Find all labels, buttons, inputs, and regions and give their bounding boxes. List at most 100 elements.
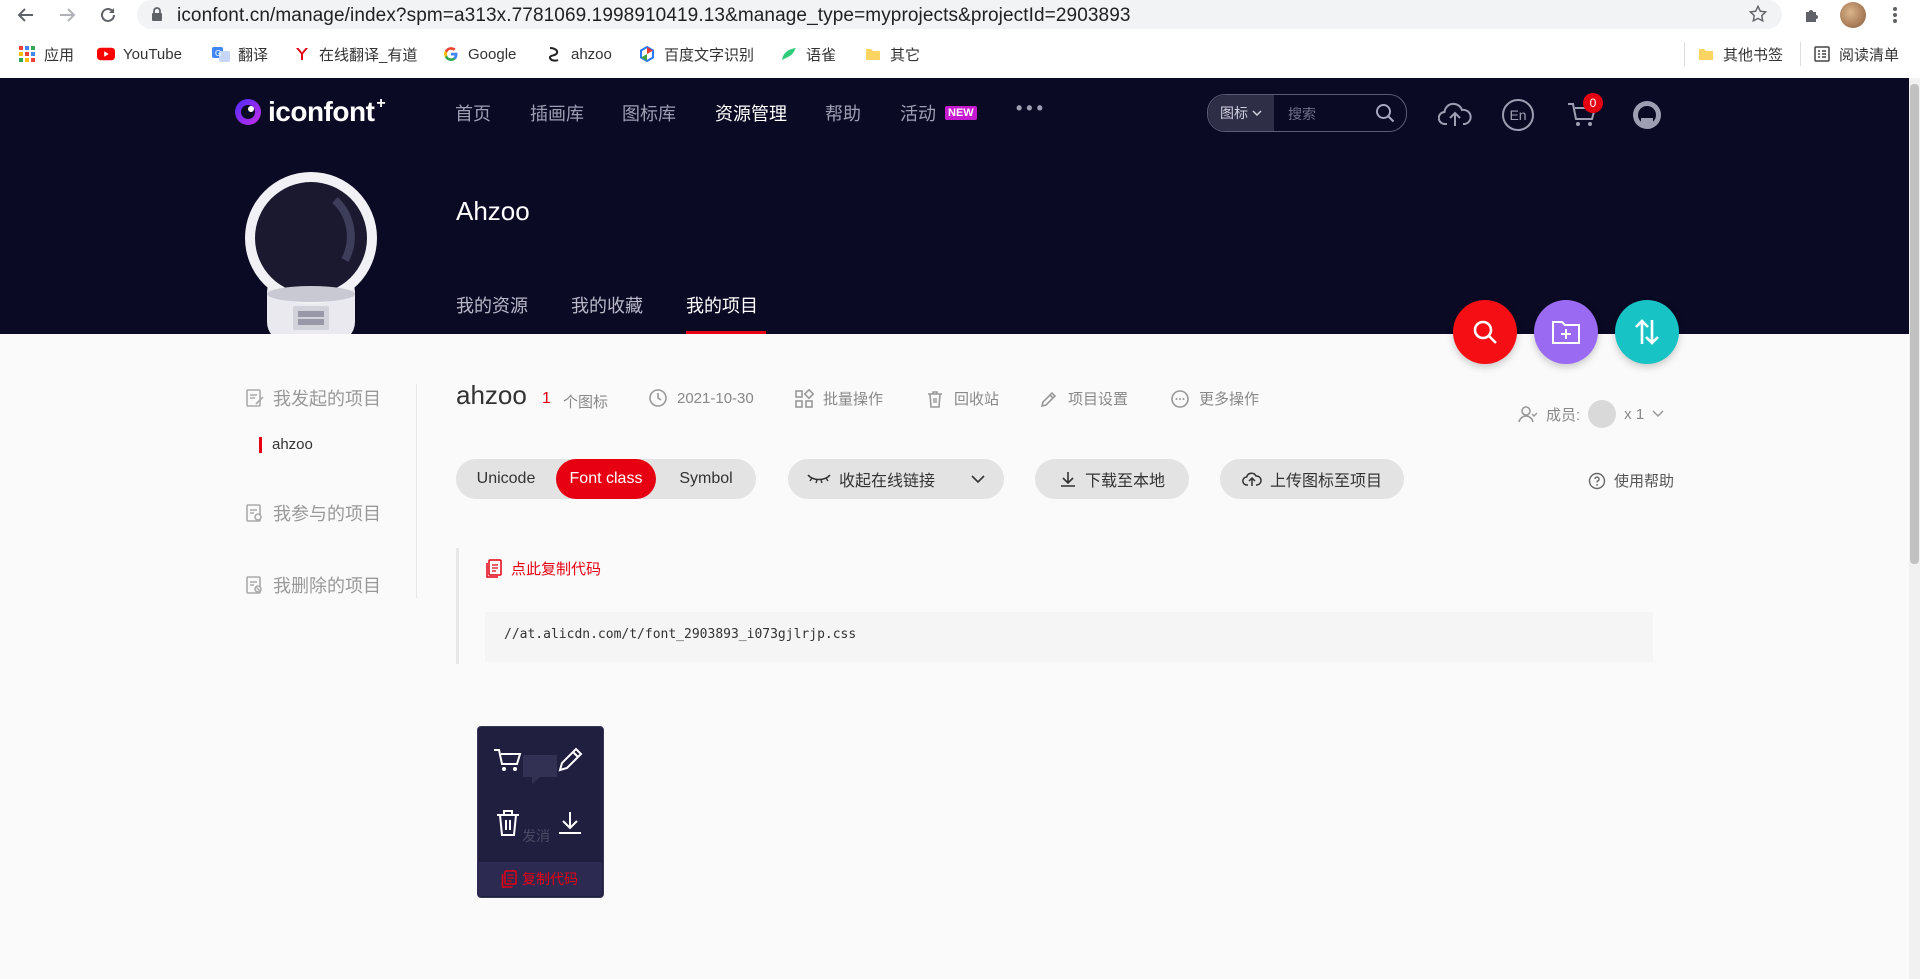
sidebar-started-projects[interactable]: 我发起的项目: [245, 385, 381, 411]
logo-plus: +: [376, 95, 386, 112]
nav-icon-library[interactable]: 图标库: [622, 100, 676, 126]
nav-activities[interactable]: 活动: [900, 100, 936, 126]
css-url-text[interactable]: //at.alicdn.com/t/font_2903893_i073gjlrj…: [504, 627, 856, 642]
search-icon[interactable]: [1375, 103, 1395, 123]
nav-help[interactable]: 帮助: [825, 100, 861, 126]
edit-doc-icon: [245, 388, 265, 408]
reading-list-button[interactable]: 阅读清单: [1813, 42, 1899, 66]
url-text: iconfont.cn/manage/index?spm=a313x.77810…: [177, 5, 1131, 26]
language-switch-icon[interactable]: En: [1501, 98, 1535, 132]
bookmarks-bar: 应用 YouTube G 翻译 在线翻译_有道 Google ahzoo 百度文…: [0, 30, 1920, 78]
nav-resource-management[interactable]: 资源管理: [715, 100, 787, 126]
bookmark-yuque[interactable]: 语雀: [780, 42, 836, 66]
batch-operation-label: 批量操作: [823, 391, 884, 408]
tab-my-favorites[interactable]: 我的收藏: [571, 292, 643, 318]
bookmark-baidu-ocr[interactable]: 百度文字识别: [638, 42, 754, 66]
bookmark-youtube[interactable]: YouTube: [97, 42, 182, 66]
delete-trash-icon[interactable]: [491, 806, 525, 840]
upload-icons-button[interactable]: 上传图标至项目: [1220, 459, 1404, 499]
cart-count-badge: 0: [1583, 93, 1603, 113]
sidebar-project-ahzoo[interactable]: ahzoo: [259, 436, 313, 453]
apps-grid-icon: [18, 45, 36, 63]
bookmark-label: ahzoo: [571, 45, 612, 63]
back-arrow-icon[interactable]: [13, 2, 39, 28]
baidu-ocr-icon: [638, 45, 656, 63]
bookmark-apps[interactable]: 应用: [18, 42, 74, 66]
icon-card-name: 发消: [522, 828, 550, 844]
google-icon: [442, 45, 460, 63]
seg-unicode[interactable]: Unicode: [456, 459, 556, 499]
batch-operation-button[interactable]: 批量操作: [794, 388, 883, 409]
code-type-segmented-control: Unicode Font class Symbol: [456, 459, 756, 499]
tab-my-projects[interactable]: 我的项目: [686, 292, 758, 318]
user-avatar[interactable]: [1630, 98, 1664, 132]
header-search: 图标 搜索: [1207, 94, 1407, 132]
download-icon[interactable]: [553, 806, 587, 840]
sidebar-joined-label: 我参与的项目: [273, 504, 381, 524]
fab-search-button[interactable]: [1453, 300, 1517, 364]
project-settings-button[interactable]: 项目设置: [1039, 388, 1128, 409]
profile-username: Ahzoo: [456, 196, 530, 226]
copy-code-link[interactable]: 点此复制代码: [485, 558, 601, 579]
project-members[interactable]: 成员: x 1: [1518, 400, 1664, 428]
bookmark-other-folder[interactable]: 其它: [864, 42, 920, 66]
usage-help-link[interactable]: 使用帮助: [1588, 470, 1674, 491]
folder-icon: [864, 45, 882, 63]
ahzoo-icon: [545, 45, 563, 63]
page-scrollbar-thumb[interactable]: [1910, 84, 1919, 564]
add-to-cart-icon[interactable]: [491, 743, 525, 777]
nav-home[interactable]: 首页: [455, 100, 491, 126]
bookmark-label: 百度文字识别: [664, 46, 755, 64]
iconfont-logo-icon: [234, 98, 262, 126]
more-operations-button[interactable]: 更多操作: [1170, 388, 1259, 409]
fab-new-folder-button[interactable]: [1534, 300, 1598, 364]
question-circle-icon: [1588, 472, 1606, 490]
bookmark-other-bookmarks[interactable]: 其他书签: [1697, 42, 1783, 66]
eye-closed-icon: [807, 472, 831, 486]
trash-icon: [925, 389, 945, 409]
clock-icon: [648, 388, 668, 408]
seg-font-class[interactable]: Font class: [556, 459, 656, 499]
card-copy-code-button[interactable]: 复制代码: [477, 862, 602, 896]
search-icon: [1471, 318, 1499, 346]
sidebar-deleted-projects[interactable]: 我删除的项目: [245, 572, 381, 598]
seg-symbol[interactable]: Symbol: [656, 459, 756, 499]
forward-arrow-icon[interactable]: [54, 2, 80, 28]
collapse-online-link-button[interactable]: 收起在线链接: [788, 459, 1004, 499]
copy-doc-icon: [485, 558, 503, 579]
search-type-select[interactable]: 图标: [1208, 95, 1274, 131]
search-type-label: 图标: [1220, 105, 1248, 121]
pencil-icon: [1039, 389, 1059, 409]
profile-avatar[interactable]: [1840, 2, 1866, 28]
bookmark-label: 在线翻译_有道: [319, 46, 418, 64]
trash-bin-button[interactable]: 回收站: [925, 388, 999, 409]
members-label: 成员:: [1546, 406, 1581, 424]
bookmark-ahzoo[interactable]: ahzoo: [545, 42, 612, 66]
project-date-text: 2021-10-30: [677, 389, 754, 407]
search-doc-icon: [245, 503, 265, 523]
collapse-online-link-label: 收起在线链接: [838, 473, 935, 490]
search-input[interactable]: 搜索: [1288, 104, 1316, 124]
iconfont-logo[interactable]: iconfont +: [234, 95, 390, 128]
language-label: En: [1502, 99, 1534, 131]
nav-more[interactable]: •••: [1016, 98, 1047, 119]
fab-sort-button[interactable]: [1615, 300, 1679, 364]
download-local-button[interactable]: 下载至本地: [1035, 459, 1189, 499]
upload-cloud-icon[interactable]: [1438, 98, 1472, 132]
card-copy-code-label: 复制代码: [522, 871, 578, 887]
bookmark-youdao[interactable]: 在线翻译_有道: [293, 42, 417, 66]
address-bar[interactable]: iconfont.cn/manage/index?spm=a313x.77810…: [137, 0, 1782, 29]
member-avatar: [1588, 400, 1617, 428]
sidebar-joined-projects[interactable]: 我参与的项目: [245, 500, 381, 526]
nav-illustrations[interactable]: 插画库: [530, 100, 584, 126]
extensions-puzzle-icon[interactable]: [1799, 2, 1825, 28]
bookmark-translate[interactable]: G 翻译: [212, 42, 268, 66]
download-local-label: 下载至本地: [1084, 473, 1165, 490]
tab-my-resources[interactable]: 我的资源: [456, 292, 528, 318]
browser-menu-icon[interactable]: [1882, 2, 1908, 28]
star-bookmark-icon[interactable]: [1749, 5, 1767, 23]
edit-pencil-icon[interactable]: [553, 743, 587, 777]
bookmark-google[interactable]: Google: [442, 42, 516, 66]
reload-icon[interactable]: [95, 2, 121, 28]
lock-icon: [151, 7, 163, 21]
